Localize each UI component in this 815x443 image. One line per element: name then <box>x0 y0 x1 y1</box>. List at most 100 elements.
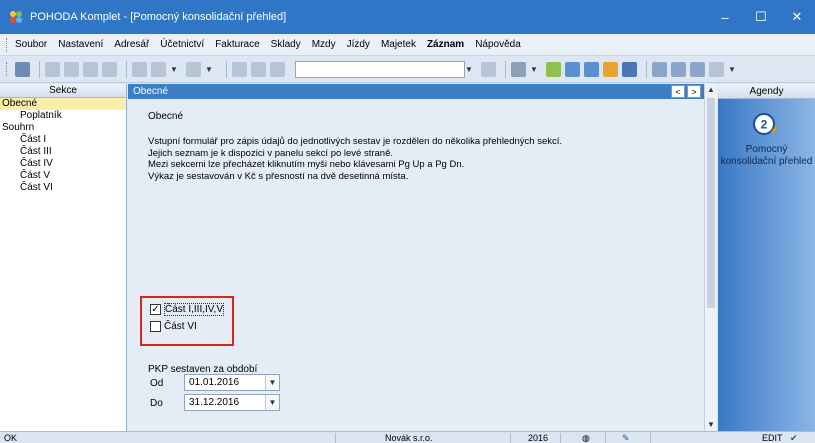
date-from-field[interactable]: 01.01.2016 ▼ <box>184 374 280 391</box>
status-separator <box>335 433 336 443</box>
print-icon[interactable] <box>251 61 266 77</box>
checkbox-cast-i-iii-iv-v[interactable]: ✓ Část I,III,IV,V <box>150 303 224 316</box>
maximize-button[interactable]: ☐ <box>743 0 779 34</box>
status-check-icon: ✔ <box>790 433 798 443</box>
search-icon[interactable] <box>64 61 79 77</box>
agendas-panel: Agendy 2 Pomocný konsolidační přehled <box>718 84 815 431</box>
svg-text:2: 2 <box>761 118 768 132</box>
menu-sklady[interactable]: Sklady <box>271 39 301 50</box>
description-line: Výkaz je sestavován v Kč s přesností na … <box>148 170 409 182</box>
menu-ucetnictvi[interactable]: Účetnictví <box>160 39 204 50</box>
checkbox-checked-icon[interactable]: ✓ <box>150 304 161 315</box>
section-title: Obecné <box>148 111 184 122</box>
barcode-icon[interactable] <box>622 61 637 77</box>
chevron-down-icon[interactable]: ▼ <box>170 65 180 74</box>
minimize-button[interactable]: – <box>707 0 743 34</box>
menu-zaznam[interactable]: Záznam <box>427 39 464 50</box>
menu-soubor[interactable]: Soubor <box>15 39 47 50</box>
vertical-scrollbar[interactable]: ▲ ▼ <box>704 84 717 431</box>
list-icon[interactable] <box>671 61 686 77</box>
checkbox-label: Část VI <box>164 321 197 332</box>
chevron-down-icon[interactable]: ▼ <box>728 65 738 74</box>
to-label: Do <box>150 398 163 409</box>
tag-icon[interactable] <box>546 61 561 77</box>
menu-grip-icon[interactable] <box>6 37 9 52</box>
chevron-down-icon[interactable]: ▼ <box>465 65 475 74</box>
scroll-down-icon[interactable]: ▼ <box>705 419 717 431</box>
grid-icon[interactable] <box>565 61 580 77</box>
filter-funnel-icon[interactable] <box>481 61 496 77</box>
window-title: POHODA Komplet - [Pomocný konsolidační p… <box>30 11 287 23</box>
status-separator <box>650 433 651 443</box>
menu-jizdy[interactable]: Jízdy <box>347 39 370 50</box>
section-item-souhrn[interactable]: Souhrn <box>0 122 126 134</box>
sort-icon[interactable] <box>15 61 30 77</box>
menu-nastaveni[interactable]: Nastavení <box>58 39 103 50</box>
date-from-value: 01.01.2016 <box>189 377 240 388</box>
menu-napoveda[interactable]: Nápověda <box>475 39 521 50</box>
toolbar-separator <box>39 60 40 78</box>
users-icon[interactable] <box>603 61 618 77</box>
next-section-button[interactable]: > <box>687 85 701 98</box>
chevron-down-icon[interactable]: ▼ <box>530 65 540 74</box>
help-icon[interactable] <box>709 61 724 77</box>
status-separator <box>510 433 511 443</box>
table-icon[interactable] <box>102 61 117 77</box>
agendas-panel-title: Agendy <box>718 84 815 99</box>
copy-icon[interactable] <box>45 61 60 77</box>
menu-adresar[interactable]: Adresář <box>114 39 149 50</box>
menu-mzdy[interactable]: Mzdy <box>312 39 336 50</box>
status-lock-icon: ◍ <box>582 433 590 443</box>
chevron-down-icon[interactable]: ▼ <box>265 395 279 410</box>
toolbar-separator <box>226 60 227 78</box>
close-button[interactable]: ✕ <box>779 0 815 34</box>
status-company: Novák s.r.o. <box>385 433 433 443</box>
agenda-item-label[interactable]: Pomocný konsolidační přehled <box>718 144 815 168</box>
description-text: Vstupní formulář pro zápis údajů do jedn… <box>148 136 562 182</box>
sections-panel-title: Sekce <box>0 84 126 98</box>
agenda-consolidation-icon[interactable]: 2 <box>752 111 778 137</box>
folder-icon[interactable] <box>511 61 526 77</box>
window-controls: – ☐ ✕ <box>707 0 815 34</box>
toolbar-search-combo[interactable] <box>295 60 465 78</box>
filter-icon[interactable] <box>83 61 98 77</box>
undo-icon[interactable] <box>132 61 147 77</box>
check-icon[interactable] <box>151 61 166 77</box>
calc-icon[interactable] <box>584 61 599 77</box>
toolbar-separator <box>126 60 127 78</box>
paste-icon[interactable] <box>270 61 285 77</box>
menu-fakturace[interactable]: Fakturace <box>215 39 259 50</box>
date-to-value: 31.12.2016 <box>189 397 240 408</box>
pohoda-logo-icon <box>10 11 22 23</box>
status-bar: OK Novák s.r.o. 2016 ◍ ✎ EDIT ✔ <box>0 431 815 443</box>
section-item-cast-i[interactable]: Část I <box>0 134 126 146</box>
status-separator <box>605 433 606 443</box>
save-icon[interactable] <box>232 61 247 77</box>
section-item-cast-v[interactable]: Část V <box>0 170 126 182</box>
scroll-thumb[interactable] <box>707 98 715 308</box>
section-item-cast-iv[interactable]: Část IV <box>0 158 126 170</box>
section-item-poplatnik[interactable]: Poplatník <box>0 110 126 122</box>
form-header: Obecné < > <box>128 84 704 99</box>
scroll-up-icon[interactable]: ▲ <box>705 84 717 96</box>
sections-panel: Sekce Obecné Poplatník Souhrn Část I Čás… <box>0 84 127 431</box>
checkbox-cast-vi[interactable]: Část VI <box>150 321 197 332</box>
toolbar-grip-icon[interactable] <box>6 62 9 76</box>
section-item-cast-iii[interactable]: Část III <box>0 146 126 158</box>
toolbar-separator <box>505 60 506 78</box>
section-item-cast-vi[interactable]: Část VI <box>0 182 126 194</box>
list-icon[interactable] <box>690 61 705 77</box>
chevron-down-icon[interactable]: ▼ <box>265 375 279 390</box>
status-mode: EDIT <box>762 433 783 443</box>
back-icon[interactable] <box>186 61 201 77</box>
toolbar-separator <box>646 60 647 78</box>
chevron-down-icon[interactable]: ▼ <box>205 65 215 74</box>
list-icon[interactable] <box>652 61 667 77</box>
previous-section-button[interactable]: < <box>671 85 685 98</box>
status-separator <box>560 433 561 443</box>
section-item-obecne[interactable]: Obecné <box>0 98 126 110</box>
description-line: Mezi sekcemi lze přecházet kliknutím myš… <box>148 159 465 170</box>
date-to-field[interactable]: 31.12.2016 ▼ <box>184 394 280 411</box>
checkbox-unchecked-icon[interactable] <box>150 321 161 332</box>
menu-majetek[interactable]: Majetek <box>381 39 416 50</box>
